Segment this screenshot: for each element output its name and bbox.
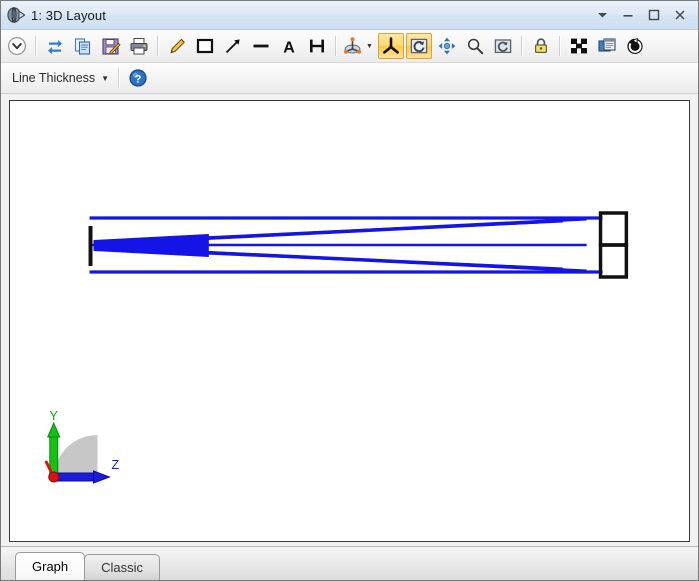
window-title: 1: 3D Layout bbox=[31, 8, 106, 23]
rotate-view-dropdown-button[interactable]: ▼ bbox=[342, 33, 376, 59]
tab-classic[interactable]: Classic bbox=[84, 554, 160, 580]
rectangle-icon bbox=[195, 36, 215, 56]
text-a-icon: A bbox=[279, 36, 299, 56]
print-button[interactable] bbox=[126, 33, 152, 59]
tab-graph[interactable]: Graph bbox=[15, 552, 85, 580]
toolbar-separator bbox=[521, 36, 523, 56]
rotate-mode-toggle-button[interactable] bbox=[406, 33, 432, 59]
layout-canvas[interactable]: Y Z bbox=[9, 100, 690, 542]
pan-arrows-icon bbox=[437, 36, 457, 56]
close-icon bbox=[674, 9, 686, 21]
dimension-annotation-button[interactable] bbox=[304, 33, 330, 59]
detach-window-icon bbox=[597, 36, 617, 56]
lens-3d-icon bbox=[5, 4, 27, 26]
text-annotation-button[interactable]: A bbox=[276, 33, 302, 59]
rotate-box-icon bbox=[409, 36, 429, 56]
arrow-annotation-button[interactable] bbox=[220, 33, 246, 59]
refresh-circle-icon bbox=[625, 36, 645, 56]
primary-toolbar: A ▼ bbox=[1, 30, 698, 63]
tab-classic-label: Classic bbox=[101, 560, 143, 575]
axis-tripod-icon bbox=[381, 36, 401, 56]
chevron-down-icon: ▼ bbox=[366, 43, 373, 50]
copy-icon bbox=[73, 36, 93, 56]
ray-trace-drawing: Y Z bbox=[10, 101, 689, 541]
print-icon bbox=[129, 36, 149, 56]
dimension-icon bbox=[307, 36, 327, 56]
maximize-button[interactable] bbox=[641, 4, 667, 26]
minimize-icon bbox=[622, 10, 634, 20]
axis-indicator: Y Z bbox=[46, 408, 120, 483]
window-menu-button[interactable] bbox=[589, 4, 615, 26]
help-icon: ? bbox=[128, 68, 148, 88]
settings-dropdown-button[interactable] bbox=[4, 33, 30, 59]
line-thickness-label: Line Thickness bbox=[12, 71, 95, 85]
secondary-toolbar: Line Thickness ▼ ? bbox=[1, 63, 698, 94]
rotate-3d-icon bbox=[343, 36, 365, 56]
title-bar: 1: 3D Layout bbox=[1, 1, 698, 30]
minimize-button[interactable] bbox=[615, 4, 641, 26]
magnifier-icon bbox=[465, 36, 485, 56]
copy-button[interactable] bbox=[70, 33, 96, 59]
rectangle-annotation-button[interactable] bbox=[192, 33, 218, 59]
lock-icon bbox=[531, 36, 551, 56]
refresh-icon bbox=[45, 36, 65, 56]
pencil-annotation-button[interactable] bbox=[164, 33, 190, 59]
lock-button[interactable] bbox=[528, 33, 554, 59]
close-button[interactable] bbox=[667, 4, 693, 26]
reset-view-button[interactable] bbox=[490, 33, 516, 59]
tab-graph-label: Graph bbox=[32, 559, 68, 574]
pencil-icon bbox=[167, 36, 187, 56]
help-button[interactable]: ? bbox=[125, 65, 151, 91]
fit-window-icon bbox=[569, 36, 589, 56]
arrow-icon bbox=[223, 36, 243, 56]
window-controls bbox=[589, 4, 693, 26]
maximize-icon bbox=[648, 9, 660, 21]
line-thickness-dropdown[interactable]: Line Thickness ▼ bbox=[5, 66, 114, 90]
chevron-down-icon: ▼ bbox=[101, 74, 109, 83]
save-button[interactable] bbox=[98, 33, 124, 59]
axis-y-label: Y bbox=[49, 408, 58, 423]
refresh-button[interactable] bbox=[42, 33, 68, 59]
toolbar-separator bbox=[335, 36, 337, 56]
detector-cell-upper bbox=[601, 213, 627, 245]
chevron-down-icon bbox=[597, 11, 608, 19]
toolbar-separator bbox=[35, 36, 37, 56]
bottom-tab-bar: Graph Classic bbox=[1, 546, 698, 580]
toolbar-separator bbox=[157, 36, 159, 56]
detach-window-button[interactable] bbox=[594, 33, 620, 59]
detector-element bbox=[601, 213, 627, 277]
axis-z-label: Z bbox=[111, 457, 119, 472]
axis-disc bbox=[54, 435, 98, 477]
ray-waist-bundle bbox=[94, 234, 209, 257]
save-icon bbox=[101, 36, 121, 56]
chevron-down-circle-icon bbox=[6, 35, 28, 57]
fit-window-button[interactable] bbox=[566, 33, 592, 59]
refresh-circle-button[interactable] bbox=[622, 33, 648, 59]
toolbar-separator bbox=[118, 68, 120, 88]
pan-button[interactable] bbox=[434, 33, 460, 59]
canvas-container: Y Z bbox=[1, 94, 698, 546]
axis-tripod-toggle-button[interactable] bbox=[378, 33, 404, 59]
detector-cell-lower bbox=[601, 245, 627, 277]
svg-text:?: ? bbox=[135, 74, 142, 86]
line-icon bbox=[251, 36, 271, 56]
line-annotation-button[interactable] bbox=[248, 33, 274, 59]
zoom-button[interactable] bbox=[462, 33, 488, 59]
reset-view-icon bbox=[493, 36, 513, 56]
svg-text:A: A bbox=[283, 39, 295, 56]
layout-window: 1: 3D Layout bbox=[0, 0, 699, 581]
toolbar-separator bbox=[559, 36, 561, 56]
